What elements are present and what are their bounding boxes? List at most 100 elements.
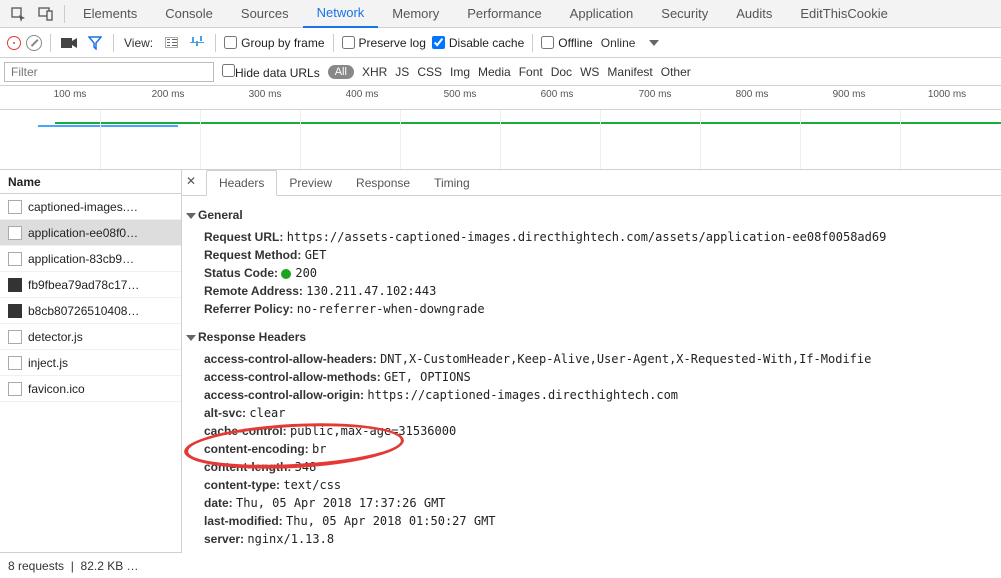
- filter-input[interactable]: [4, 62, 214, 82]
- request-row[interactable]: application-ee08f0…: [0, 220, 181, 246]
- divider: [215, 34, 216, 52]
- request-detail: ✕ Headers Preview Response Timing Genera…: [182, 170, 1001, 552]
- tick: 100 ms: [54, 89, 87, 100]
- tab-network[interactable]: Network: [303, 0, 379, 28]
- overview-gridline: [200, 110, 201, 169]
- request-row[interactable]: favicon.ico: [0, 376, 181, 402]
- file-icon: [8, 200, 22, 214]
- status-dot-icon: [281, 269, 291, 279]
- inspect-icon[interactable]: [4, 0, 32, 28]
- header-row: Status Code: 200: [188, 264, 991, 282]
- timeline-ruler[interactable]: 100 ms 200 ms 300 ms 400 ms 500 ms 600 m…: [0, 86, 1001, 110]
- tick: 800 ms: [736, 89, 769, 100]
- tab-application[interactable]: Application: [556, 0, 648, 28]
- request-row[interactable]: b8cb80726510408…: [0, 298, 181, 324]
- filter-js[interactable]: JS: [395, 65, 409, 79]
- header-row: server: nginx/1.13.8: [188, 530, 991, 548]
- tick: 500 ms: [444, 89, 477, 100]
- general-section-header[interactable]: General: [188, 206, 991, 224]
- filter-img[interactable]: Img: [450, 65, 470, 79]
- header-row: access-control-allow-origin: https://cap…: [188, 386, 991, 404]
- view-label: View:: [124, 36, 153, 50]
- overview-waterfall[interactable]: [0, 110, 1001, 170]
- tab-sources[interactable]: Sources: [227, 0, 303, 28]
- response-headers-section-header[interactable]: Response Headers: [188, 328, 991, 346]
- header-row: Request Method: GET: [188, 246, 991, 264]
- header-row: content-encoding: br: [188, 440, 991, 458]
- tick: 700 ms: [639, 89, 672, 100]
- preserve-log-checkbox[interactable]: Preserve log: [342, 36, 426, 50]
- overview-gridline: [700, 110, 701, 169]
- tick: 300 ms: [249, 89, 282, 100]
- file-icon: [8, 330, 22, 344]
- filter-xhr[interactable]: XHR: [362, 65, 387, 79]
- tab-audits[interactable]: Audits: [722, 0, 786, 28]
- filter-media[interactable]: Media: [478, 65, 511, 79]
- filter-manifest[interactable]: Manifest: [607, 65, 652, 79]
- throttling-dropdown-icon[interactable]: [649, 40, 659, 46]
- subtab-timing[interactable]: Timing: [422, 170, 482, 195]
- file-icon: [8, 382, 22, 396]
- network-toolbar: View: Group by frame Preserve log Disabl…: [0, 28, 1001, 58]
- headers-content: General Request URL: https://assets-capt…: [182, 196, 1001, 552]
- request-list-header[interactable]: Name: [0, 170, 181, 194]
- status-bar: 8 requests | 82.2 KB …: [0, 552, 182, 578]
- file-icon: [8, 252, 22, 266]
- overview-gridline: [600, 110, 601, 169]
- header-row: date: Thu, 05 Apr 2018 17:37:26 GMT: [188, 494, 991, 512]
- filter-all[interactable]: All: [328, 65, 354, 79]
- header-row: content-type: text/css: [188, 476, 991, 494]
- overview-gridline: [100, 110, 101, 169]
- subtab-response[interactable]: Response: [344, 170, 422, 195]
- filter-ws[interactable]: WS: [580, 65, 599, 79]
- clear-icon[interactable]: [26, 35, 42, 51]
- overview-gridline: [300, 110, 301, 169]
- tab-console[interactable]: Console: [151, 0, 227, 28]
- file-icon: [8, 356, 22, 370]
- header-row: Request URL: https://assets-captioned-im…: [188, 228, 991, 246]
- tab-memory[interactable]: Memory: [378, 0, 453, 28]
- record-icon[interactable]: [8, 37, 20, 49]
- filter-css[interactable]: CSS: [417, 65, 442, 79]
- header-row: access-control-allow-headers: DNT,X-Cust…: [188, 350, 991, 368]
- tick: 1000 ms: [928, 89, 966, 100]
- divider: [50, 34, 51, 52]
- header-row: content-length: 348: [188, 458, 991, 476]
- offline-checkbox[interactable]: Offline: [541, 36, 592, 50]
- main-area: Name captioned-images.… application-ee08…: [0, 170, 1001, 552]
- tick: 200 ms: [152, 89, 185, 100]
- subtab-headers[interactable]: Headers: [206, 170, 277, 196]
- request-row[interactable]: inject.js: [0, 350, 181, 376]
- disable-cache-checkbox[interactable]: Disable cache: [432, 36, 524, 50]
- tab-security[interactable]: Security: [647, 0, 722, 28]
- request-row[interactable]: fb9fbea79ad78c17…: [0, 272, 181, 298]
- subtab-preview[interactable]: Preview: [277, 170, 344, 195]
- header-row: last-modified: Thu, 05 Apr 2018 01:50:27…: [188, 512, 991, 530]
- overview-blueline: [38, 125, 178, 127]
- request-row[interactable]: captioned-images.…: [0, 194, 181, 220]
- large-rows-icon[interactable]: [161, 37, 181, 48]
- hide-data-urls-checkbox[interactable]: Hide data URLs: [222, 64, 320, 80]
- header-row: Remote Address: 130.211.47.102:443: [188, 282, 991, 300]
- overview-greenline: [55, 122, 1001, 124]
- camera-icon[interactable]: [59, 37, 79, 49]
- disclosure-triangle-icon: [186, 213, 196, 219]
- tab-elements[interactable]: Elements: [69, 0, 151, 28]
- request-row[interactable]: detector.js: [0, 324, 181, 350]
- tab-editthiscookie[interactable]: EditThisCookie: [786, 0, 901, 28]
- filter-icon[interactable]: [85, 36, 105, 50]
- tab-performance[interactable]: Performance: [453, 0, 555, 28]
- detail-subtabs: Headers Preview Response Timing: [182, 170, 1001, 196]
- top-tab-bar: Elements Console Sources Network Memory …: [0, 0, 1001, 28]
- divider: [64, 5, 65, 23]
- request-row[interactable]: application-83cb9…: [0, 246, 181, 272]
- online-label[interactable]: Online: [601, 36, 636, 50]
- close-icon[interactable]: ✕: [186, 174, 196, 188]
- divider: [532, 34, 533, 52]
- waterfall-view-icon[interactable]: [187, 37, 207, 49]
- group-by-frame-checkbox[interactable]: Group by frame: [224, 36, 324, 50]
- device-toggle-icon[interactable]: [32, 0, 60, 28]
- filter-other[interactable]: Other: [661, 65, 691, 79]
- filter-font[interactable]: Font: [519, 65, 543, 79]
- filter-doc[interactable]: Doc: [551, 65, 572, 79]
